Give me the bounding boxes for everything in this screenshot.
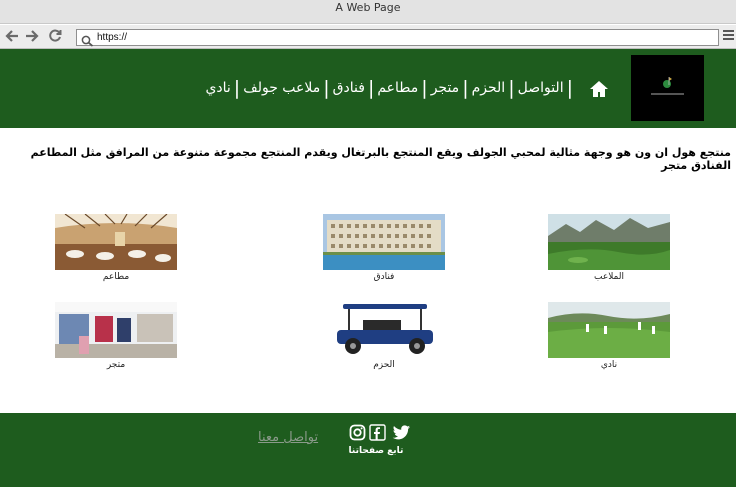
twitter-icon[interactable] (392, 424, 411, 445)
golf-club-photo[interactable] (548, 302, 670, 358)
hotel-photo[interactable] (323, 214, 445, 270)
follow-us-text: تابع صفحاتنا (348, 446, 404, 456)
contact-us-link[interactable]: تواصل معنا (258, 430, 318, 445)
card-golf-courses[interactable]: الملاعب (548, 214, 670, 282)
browser-menu-icon[interactable] (723, 30, 734, 42)
card-club[interactable]: نادي (548, 302, 670, 370)
card-label: الحزم (373, 360, 395, 370)
nav-shop[interactable]: متجر (431, 80, 460, 96)
golf-course-photo[interactable] (548, 214, 670, 270)
social-icons (349, 424, 413, 442)
site-footer: تواصل معنا تابع صفحاتنا (0, 413, 736, 487)
card-restaurants[interactable]: مطاعم (55, 214, 177, 282)
card-label: الملاعب (593, 272, 625, 282)
main-nav: | التواصل | الحزم | متجر | مطاعم | فنادق… (205, 77, 573, 99)
home-icon[interactable] (589, 80, 609, 98)
card-label: متجر (106, 360, 126, 370)
intro-text: منتجع هول ان ون هو وجهة مثالية لمحبي الج… (30, 146, 731, 172)
window-title: A Web Page (335, 1, 401, 14)
browser-toolbar (0, 25, 736, 49)
site-logo[interactable] (631, 55, 704, 121)
card-label: مطاعم (102, 272, 130, 282)
site-header: | التواصل | الحزم | متجر | مطاعم | فنادق… (0, 49, 736, 128)
nav-club[interactable]: نادي (205, 80, 230, 96)
nav-golf-courses[interactable]: ملاعب جولف (243, 80, 320, 96)
card-hotels[interactable]: فنادق (323, 214, 445, 282)
nav-packages[interactable]: الحزم (472, 80, 506, 96)
restaurant-photo[interactable] (55, 214, 177, 270)
back-icon[interactable] (4, 28, 20, 44)
facebook-icon[interactable] (369, 424, 386, 445)
shop-photo[interactable] (55, 302, 177, 358)
card-shop[interactable]: متجر (55, 302, 177, 370)
address-bar[interactable] (76, 29, 719, 47)
url-input[interactable] (97, 30, 697, 45)
nav-contact[interactable]: التواصل (518, 80, 564, 96)
forward-icon[interactable] (24, 28, 40, 44)
card-label: نادي (600, 360, 618, 370)
window-titlebar: A Web Page (0, 0, 736, 24)
golf-cart-photo[interactable] (323, 302, 445, 358)
reload-icon[interactable] (47, 28, 63, 44)
nav-restaurants[interactable]: مطاعم (377, 80, 418, 96)
instagram-icon[interactable] (349, 424, 366, 445)
card-packages[interactable]: الحزم (323, 302, 445, 370)
search-icon (81, 32, 95, 47)
nav-hotels[interactable]: فنادق (333, 80, 365, 96)
card-label: فنادق (373, 272, 395, 282)
